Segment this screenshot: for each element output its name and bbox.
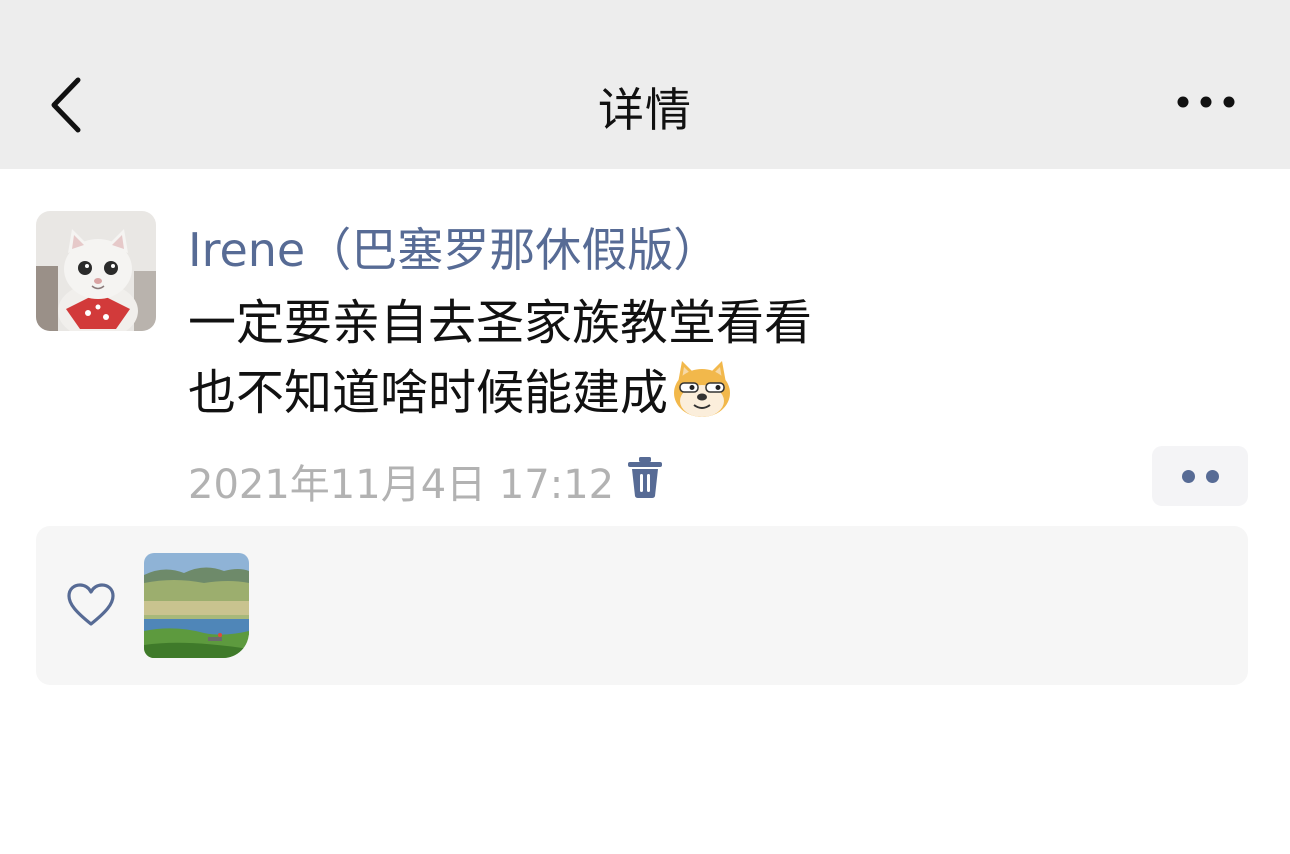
nav-bar: 详情 [0, 0, 1290, 169]
post-text-line-2: 也不知道啥时候能建成 [188, 358, 812, 428]
post-text-line-content: 也不知道啥时候能建成 [188, 365, 669, 421]
dog-face-emoji [674, 361, 731, 417]
delete-button[interactable] [624, 454, 666, 500]
like-comment-button[interactable] [1152, 446, 1248, 506]
liker-avatar[interactable] [144, 553, 249, 658]
more-dots-icon [1177, 96, 1235, 108]
more-options-button[interactable] [1170, 82, 1240, 122]
post-content: 一定要亲自去圣家族教堂看看 也不知道啥时候能建成 [188, 288, 812, 428]
cat-avatar-image [36, 211, 156, 331]
two-dots-icon-second-dot [1206, 470, 1219, 483]
two-dots-icon [1182, 470, 1195, 483]
post-text-line: 一定要亲自去圣家族教堂看看 [188, 295, 813, 351]
landscape-avatar-image [144, 553, 249, 658]
trash-icon [628, 457, 662, 498]
page-title: 详情 [598, 83, 692, 137]
heart-outline-icon [66, 582, 116, 628]
post-timestamp: 2021年11月4日 17:12 [188, 462, 615, 508]
author-avatar[interactable] [36, 211, 156, 331]
likes-panel [36, 526, 1248, 685]
author-name-link[interactable]: Irene（巴塞罗那休假版） [188, 214, 719, 280]
